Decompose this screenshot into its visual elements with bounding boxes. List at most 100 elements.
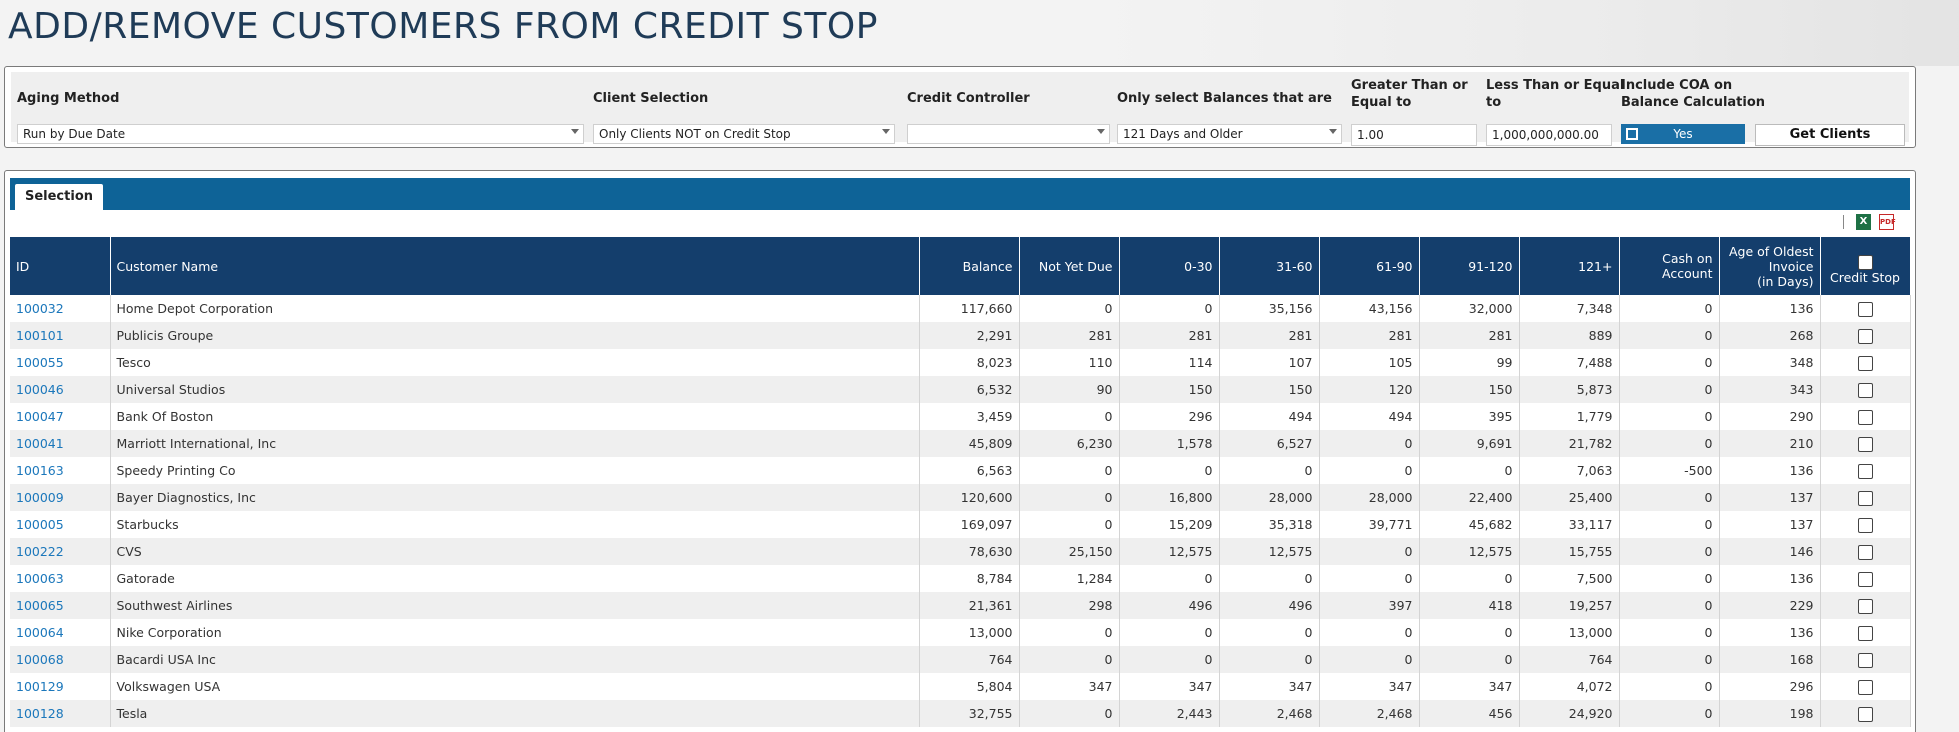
greater-than-label: Greater Than or Equal to [1351,77,1468,111]
credit-stop-checkbox[interactable] [1857,598,1873,614]
col-header-0-30[interactable]: 0-30 [1119,237,1220,295]
age-oldest-invoice-cell: 137 [1719,511,1821,538]
cash-on-account-cell: 0 [1619,430,1720,457]
less-than-input[interactable]: 1,000,000,000.00 [1486,124,1612,146]
balance-cell: 169,097 [919,511,1020,538]
credit-stop-checkbox[interactable] [1857,355,1873,371]
credit-stop-checkbox[interactable] [1857,571,1873,587]
col-header-id[interactable]: ID [10,237,111,295]
client-selection-dropdown[interactable]: Only Clients NOT on Credit Stop [593,124,895,144]
col-header-91-120[interactable]: 91-120 [1419,237,1520,295]
tab-selection[interactable]: Selection [15,184,103,210]
table-row: 100163 Speedy Printing Co 6,563 0 0 0 0 0 7,063-… [10,457,1911,484]
pdf-export-icon[interactable]: PDF [1879,214,1896,230]
col-header-not-yet-due[interactable]: Not Yet Due [1019,237,1120,295]
toggle-knob [1626,128,1638,140]
balances-dropdown[interactable]: 121 Days and Older [1117,124,1342,144]
balance-cell: 5,804 [919,673,1020,700]
customer-id-link[interactable]: 100163 [16,463,64,478]
table-row: 100068 Bacardi USA Inc 764 0 0 0 0 0 764 0 168 [10,646,1911,673]
bucket-0-30-cell: 15,209 [1119,511,1220,538]
customer-id-link[interactable]: 100055 [16,355,64,370]
greater-than-input[interactable]: 1.00 [1351,124,1477,146]
customer-id-link[interactable]: 100068 [16,652,64,667]
credit-stop-cell [1820,538,1911,565]
balance-cell: 32,755 [919,700,1020,727]
include-coa-value: Yes [1673,127,1693,141]
filter-bar: Aging Method Run by Due Date Client Sele… [11,72,1909,146]
customer-id-link[interactable]: 100063 [16,571,64,586]
bucket-121-plus-cell: 25,400 [1519,484,1620,511]
not-yet-due-cell: 0 [1019,700,1120,727]
bucket-31-60-cell: 0 [1219,619,1320,646]
bucket-31-60-cell: 150 [1219,376,1320,403]
age-oldest-invoice-cell: 146 [1719,538,1821,565]
age-oldest-invoice-cell: 137 [1719,484,1821,511]
customer-name-cell: Bayer Diagnostics, Inc [110,484,920,511]
col-header-balance[interactable]: Balance [919,237,1020,295]
bucket-0-30-cell: 150 [1119,376,1220,403]
credit-stop-checkbox[interactable] [1857,652,1873,668]
credit-stop-checkbox[interactable] [1857,463,1873,479]
tab-bar: Selection [10,178,1910,210]
customer-id-link[interactable]: 100047 [16,409,64,424]
customer-id-link[interactable]: 100032 [16,301,64,316]
credit-stop-cell [1820,349,1911,376]
bucket-31-60-cell: 496 [1219,592,1320,619]
col-header-121-plus[interactable]: 121+ [1519,237,1620,295]
credit-stop-checkbox[interactable] [1857,706,1873,722]
credit-stop-checkbox[interactable] [1857,436,1873,452]
id-cell: 100064 [10,619,111,646]
bucket-0-30-cell: 281 [1119,322,1220,349]
aging-method-dropdown[interactable]: Run by Due Date [17,124,584,144]
customer-id-link[interactable]: 100009 [16,490,64,505]
col-header-cash-on-account[interactable]: Cash on Account [1619,237,1720,295]
credit-stop-checkbox[interactable] [1857,490,1873,506]
credit-stop-checkbox[interactable] [1857,517,1873,533]
table-row: 100047 Bank Of Boston 3,459 0 296 494 494 395 1,… [10,403,1911,430]
id-cell: 100068 [10,646,111,673]
excel-export-icon[interactable]: X [1856,214,1871,230]
credit-controller-dropdown[interactable] [907,124,1110,144]
bucket-91-120-cell: 12,575 [1419,538,1520,565]
customer-id-link[interactable]: 100046 [16,382,64,397]
col-header-31-60[interactable]: 31-60 [1219,237,1320,295]
customer-id-link[interactable]: 100129 [16,679,64,694]
credit-stop-checkbox[interactable] [1857,625,1873,641]
col-header-age-oldest-invoice[interactable]: Age of Oldest Invoice (in Days) [1719,237,1821,295]
customer-id-link[interactable]: 100064 [16,625,64,640]
filter-panel: Aging Method Run by Due Date Client Sele… [4,66,1916,148]
cash-on-account-cell: 0 [1619,646,1720,673]
bucket-91-120-cell: 0 [1419,457,1520,484]
include-coa-toggle[interactable]: Yes [1621,124,1745,144]
customer-id-link[interactable]: 100222 [16,544,64,559]
table-row: 100009 Bayer Diagnostics, Inc 120,600 0 16,8… [10,484,1911,511]
chevron-down-icon [1329,129,1337,134]
customer-name-cell: Starbucks [110,511,920,538]
age-oldest-invoice-cell: 268 [1719,322,1821,349]
customer-id-link[interactable]: 100005 [16,517,64,532]
customer-id-link[interactable]: 100101 [16,328,64,343]
customer-id-link[interactable]: 100065 [16,598,64,613]
grid-panel: Selection X PDF ID Customer Name Balance… [4,170,1916,732]
table-row: 100063 Gatorade 8,784 1,284 0 0 0 0 7,500 0 136 [10,565,1911,592]
credit-stop-checkbox[interactable] [1857,382,1873,398]
credit-stop-checkbox[interactable] [1857,679,1873,695]
get-clients-button[interactable]: Get Clients [1755,124,1905,146]
credit-stop-checkbox[interactable] [1857,544,1873,560]
bucket-61-90-cell: 43,156 [1319,295,1420,322]
customer-id-link[interactable]: 100041 [16,436,64,451]
credit-stop-checkbox[interactable] [1857,328,1873,344]
customer-id-link[interactable]: 100128 [16,706,64,721]
select-all-checkbox[interactable] [1857,255,1873,270]
col-header-customer-name[interactable]: Customer Name [110,237,920,295]
bucket-61-90-cell: 0 [1319,430,1420,457]
credit-stop-checkbox[interactable] [1857,301,1873,317]
table-row: 100064 Nike Corporation 13,000 0 0 0 0 0 13,000 0… [10,619,1911,646]
not-yet-due-cell: 6,230 [1019,430,1120,457]
col-header-61-90[interactable]: 61-90 [1319,237,1420,295]
bucket-121-plus-cell: 4,072 [1519,673,1620,700]
table-row: 100046 Universal Studios 6,532 90 150 150 120 1… [10,376,1911,403]
bucket-61-90-cell: 105 [1319,349,1420,376]
credit-stop-checkbox[interactable] [1857,409,1873,425]
